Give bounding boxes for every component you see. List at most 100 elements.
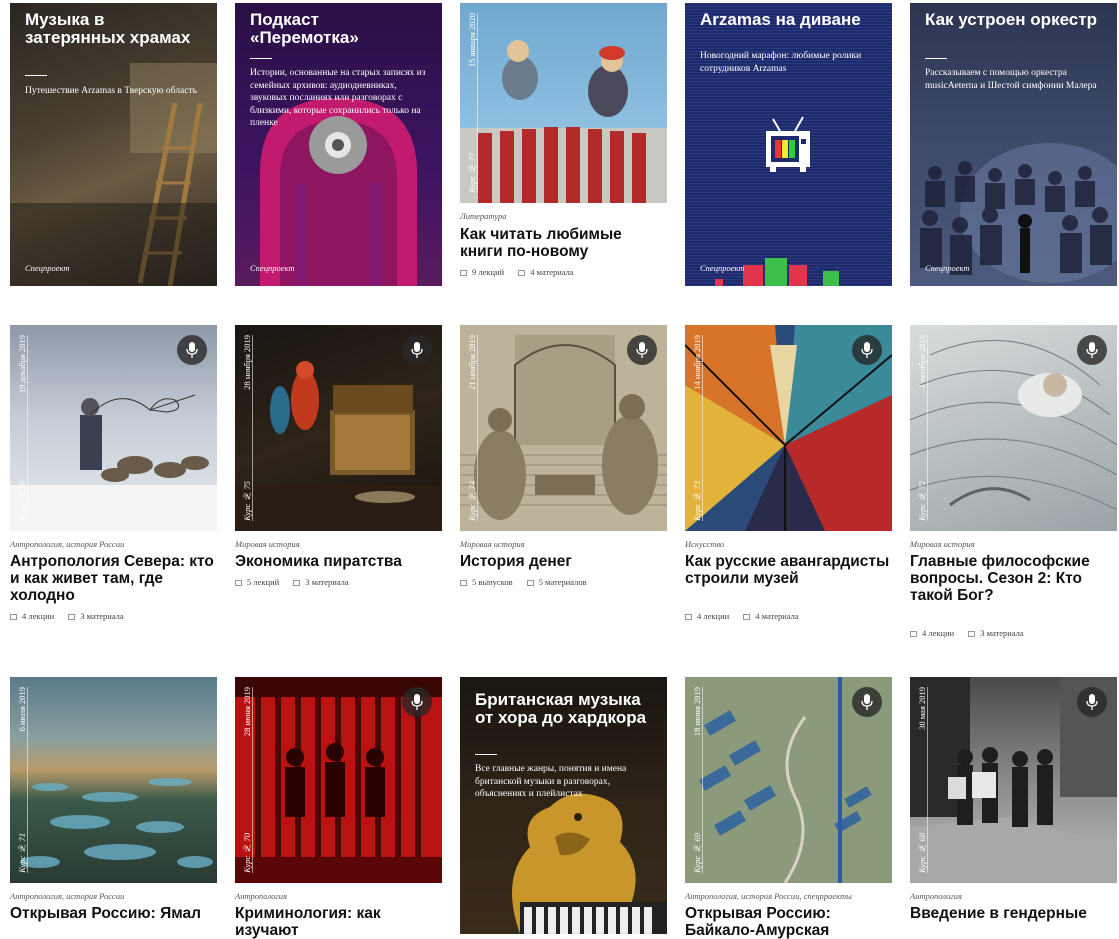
- card-tag: Спецпроект: [700, 263, 745, 273]
- play-icon: [685, 614, 692, 620]
- microphone-icon: [186, 342, 198, 358]
- play-icon: [10, 614, 17, 620]
- course-title[interactable]: Как русские авангардисты строили музей: [685, 553, 892, 587]
- course-category[interactable]: Антропология, история России, спецпроект…: [685, 891, 852, 901]
- divider: [475, 754, 497, 755]
- course-title[interactable]: История денег: [460, 553, 667, 570]
- document-icon: [518, 270, 526, 276]
- course-number: Курс № 71: [17, 833, 27, 873]
- card-cover[interactable]: Британская музыка от хора до хардкора Вс…: [460, 677, 667, 934]
- document-icon: [968, 631, 976, 637]
- card-cover[interactable]: 28 ноября 2019 Курс № 75: [235, 325, 442, 531]
- divider: [25, 75, 47, 76]
- card-cover[interactable]: 19 декабря 2019 Курс № 76: [10, 325, 217, 531]
- card-title[interactable]: Музыка в затерянных храмах: [25, 11, 205, 47]
- audio-badge[interactable]: [402, 335, 432, 365]
- play-icon: [235, 580, 242, 586]
- card-cover[interactable]: 18 июня 2019 Курс № 69: [685, 677, 892, 883]
- divider: [250, 58, 272, 59]
- card-cover[interactable]: 28 июня 2019 Курс № 70: [235, 677, 442, 883]
- card-cover[interactable]: Arzamas на диване Новогодний марафон: лю…: [685, 3, 892, 286]
- audio-badge[interactable]: [1077, 335, 1107, 365]
- card-cover[interactable]: 21 ноября 2019 Курс № 74: [460, 325, 667, 531]
- card-cover[interactable]: Музыка в затерянных храмах Путешествие A…: [10, 3, 217, 286]
- card-cover[interactable]: 3 октября 2019 Курс № 72: [910, 325, 1117, 531]
- decor-line: [477, 13, 478, 193]
- materials-count: 3 материала: [305, 577, 349, 587]
- tundra-illustration: [20, 778, 213, 868]
- decor-line: [702, 687, 703, 873]
- course-meta: 5 лекций 3 материала: [235, 577, 361, 587]
- course-category[interactable]: Искусство: [685, 539, 724, 549]
- course-meta: 9 лекций 4 материала: [460, 267, 586, 277]
- card-title[interactable]: Как устроен оркестр: [925, 11, 1105, 29]
- course-meta: 4 лекции 4 материала: [685, 611, 811, 621]
- course-category[interactable]: Антропология, история России: [10, 539, 124, 549]
- decor-line: [252, 335, 253, 521]
- audio-badge[interactable]: [402, 687, 432, 717]
- card-tag: Спецпроект: [25, 263, 70, 273]
- course-title[interactable]: Экономика пиратства: [235, 553, 442, 570]
- document-icon: [68, 614, 76, 620]
- course-number: Курс № 70: [242, 833, 252, 873]
- decor-line: [927, 335, 928, 521]
- audio-badge[interactable]: [177, 335, 207, 365]
- card-cover[interactable]: 15 января 2020 Курс № 77: [460, 3, 667, 203]
- audio-badge[interactable]: [852, 335, 882, 365]
- decor-line: [477, 335, 478, 521]
- decor-line: [252, 687, 253, 873]
- course-date: 28 ноября 2019: [242, 335, 252, 390]
- audio-badge[interactable]: [627, 335, 657, 365]
- course-number: Курс № 74: [467, 481, 477, 521]
- course-date: 30 мая 2019: [917, 687, 927, 730]
- course-category[interactable]: Антропология: [235, 891, 287, 901]
- document-icon: [293, 580, 301, 586]
- materials-count: 3 материала: [980, 628, 1024, 638]
- course-meta: 4 лекции 3 материала: [910, 628, 1036, 638]
- course-title[interactable]: Главные философские вопросы. Сезон 2: Кт…: [910, 553, 1117, 604]
- course-title[interactable]: Антропология Севера: кто и как живет там…: [10, 553, 217, 604]
- lectures-count: 9 лекций: [472, 267, 505, 277]
- card-cover[interactable]: 6 июля 2019 Курс № 71: [10, 677, 217, 883]
- play-icon: [910, 631, 917, 637]
- orchestra-illustration: [920, 143, 1117, 283]
- card-title[interactable]: Британская музыка от хора до хардкора: [475, 691, 655, 727]
- card-title[interactable]: Подкаст «Перемотка»: [250, 11, 430, 47]
- card-cover[interactable]: Подкаст «Перемотка» Истории, основанные …: [235, 3, 442, 286]
- materials-count: 4 материала: [755, 611, 799, 621]
- course-meta: 4 лекции 3 материала: [10, 611, 136, 621]
- course-category[interactable]: Антропология: [910, 891, 962, 901]
- course-date: 28 июня 2019: [242, 687, 252, 737]
- lectures-count: 5 лекций: [247, 577, 280, 587]
- microphone-icon: [861, 694, 873, 710]
- lectures-count: 4 лекции: [922, 628, 955, 638]
- course-title[interactable]: Открывая Россию: Ямал: [10, 905, 217, 922]
- course-number: Курс № 75: [242, 481, 252, 521]
- audio-badge[interactable]: [852, 687, 882, 717]
- course-date: 18 июня 2019: [692, 687, 702, 737]
- card-description: Путешествие Arzamas в Тверскую область: [25, 86, 197, 96]
- course-category[interactable]: Антропология, история России: [10, 891, 124, 901]
- course-title[interactable]: Как читать любимые книги по-новому: [460, 226, 667, 260]
- course-category[interactable]: Мировая история: [235, 539, 300, 549]
- course-title[interactable]: Введение в гендерные: [910, 905, 1117, 922]
- card-cover[interactable]: 14 ноября 2019 Курс № 73: [685, 325, 892, 531]
- card-title[interactable]: Arzamas на диване: [700, 11, 880, 29]
- course-category[interactable]: Мировая история: [460, 539, 525, 549]
- audio-badge[interactable]: [1077, 687, 1107, 717]
- card-description: Рассказываем с помощью оркестра musicAet…: [925, 68, 1097, 91]
- decor-line: [702, 335, 703, 521]
- card-cover[interactable]: 30 мая 2019 Курс № 68: [910, 677, 1117, 883]
- course-number: Курс № 73: [692, 481, 702, 521]
- course-number: Курс № 76: [17, 481, 27, 521]
- course-date: 19 декабря 2019: [17, 335, 27, 394]
- decor-line: [27, 335, 28, 521]
- course-date: 21 ноября 2019: [467, 335, 477, 390]
- card-tag: Спецпроект: [925, 263, 970, 273]
- course-date: 14 ноября 2019: [692, 335, 702, 390]
- course-category[interactable]: Мировая история: [910, 539, 975, 549]
- card-cover[interactable]: Как устроен оркестр Рассказываем с помощ…: [910, 3, 1117, 286]
- decor-line: [927, 687, 928, 873]
- course-category[interactable]: Литература: [460, 211, 507, 221]
- tv-illustration: [685, 3, 892, 286]
